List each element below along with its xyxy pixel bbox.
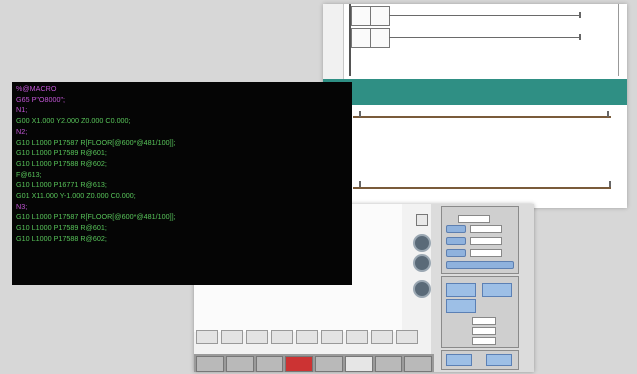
settings-group-3: [441, 350, 519, 370]
code-line: G00 X1.000 Y2.000 Z0.000 C0.000;: [16, 116, 131, 126]
value-field-4[interactable]: [470, 249, 502, 257]
tab-3[interactable]: [255, 356, 284, 372]
gcode-editor[interactable]: %@MACRO G65 P"O8000"; N1; G00 X1.000 Y2.…: [12, 82, 352, 285]
wire-rung4: [353, 187, 611, 189]
code-line: G10 L1000 P17587 R[FLOOR[@600*@481/100]]…: [16, 212, 176, 222]
tab-2[interactable]: [225, 356, 254, 372]
function-key-1[interactable]: [196, 330, 218, 344]
function-key-4[interactable]: [271, 330, 293, 344]
mode-button-3[interactable]: [446, 299, 476, 313]
code-line: N1;: [16, 105, 28, 115]
value-field-1[interactable]: [458, 215, 490, 223]
rotary-knob-2[interactable]: [413, 254, 431, 272]
coil-rung3[interactable]: [607, 111, 609, 117]
contact-rung2-a[interactable]: [351, 28, 371, 48]
code-line: G10 L1000 P17589 R@601;: [16, 148, 107, 158]
mode-button-1[interactable]: [446, 283, 476, 297]
wire-rung1: [389, 15, 579, 16]
function-key-row: [196, 330, 418, 344]
code-line: G10 L1000 P17587 R[FLOOR[@600*@481/100]]…: [16, 137, 176, 147]
tab-6[interactable]: [344, 356, 373, 372]
toggle-1[interactable]: [446, 225, 466, 233]
tab-4[interactable]: [285, 356, 313, 372]
function-key-2[interactable]: [221, 330, 243, 344]
code-line: G10 L1000 P16771 R@613;: [16, 180, 107, 190]
function-key-7[interactable]: [346, 330, 368, 344]
code-line: G10 L1000 P17588 R@602;: [16, 233, 107, 243]
tab-1[interactable]: [196, 356, 224, 372]
tab-8[interactable]: [404, 356, 432, 372]
rotary-knob-1[interactable]: [413, 234, 431, 252]
bottom-tab-bar: [194, 354, 434, 372]
tab-5[interactable]: [315, 356, 343, 372]
coil-rung2[interactable]: [579, 34, 581, 40]
code-line: F@613;: [16, 169, 42, 179]
code-line: G65 P"O8000";: [16, 94, 66, 104]
tab-7[interactable]: [374, 356, 403, 372]
function-key-6[interactable]: [321, 330, 343, 344]
code-line: N3;: [16, 201, 28, 211]
wire-rung3: [353, 116, 611, 118]
ladder-editor-window: [323, 4, 627, 208]
function-key-3[interactable]: [246, 330, 268, 344]
toggle-2[interactable]: [446, 237, 466, 245]
wide-button-1[interactable]: [446, 261, 514, 269]
code-line: N2;: [16, 126, 28, 136]
value-field-5[interactable]: [472, 317, 496, 325]
coil-rung4[interactable]: [609, 181, 611, 187]
code-line: G01 X11.000 Y-1.000 Z0.000 C0.000;: [16, 191, 136, 201]
right-power-rail: [618, 4, 619, 76]
mode-button-2[interactable]: [482, 283, 512, 297]
value-field-2[interactable]: [470, 225, 502, 233]
wire-rung2: [389, 37, 579, 38]
contact-rung4[interactable]: [359, 181, 361, 187]
code-line: G10 L1000 P17589 R@601;: [16, 223, 107, 233]
function-key-9[interactable]: [396, 330, 418, 344]
settings-group-2: [441, 276, 519, 348]
contact-rung1-b[interactable]: [370, 6, 390, 26]
contact-rung1-a[interactable]: [351, 6, 371, 26]
rotary-knob-3[interactable]: [413, 280, 431, 298]
settings-group-1: [441, 206, 519, 274]
coil-rung1[interactable]: [579, 12, 581, 18]
value-field-3[interactable]: [470, 237, 502, 245]
function-key-8[interactable]: [371, 330, 393, 344]
code-line: %@MACRO: [16, 84, 57, 93]
contact-rung3[interactable]: [359, 111, 361, 117]
code-line: G10 L1000 P17588 R@602;: [16, 158, 107, 168]
action-button-2[interactable]: [486, 354, 512, 366]
value-field-6[interactable]: [472, 327, 496, 335]
contact-rung2-b[interactable]: [370, 28, 390, 48]
hmi-side-panel: [431, 204, 534, 372]
panel-square-button-1[interactable]: [416, 214, 428, 226]
value-field-7[interactable]: [472, 337, 496, 345]
toggle-3[interactable]: [446, 249, 466, 257]
function-key-5[interactable]: [296, 330, 318, 344]
section-header-bar[interactable]: [323, 79, 627, 105]
action-button-1[interactable]: [446, 354, 472, 366]
